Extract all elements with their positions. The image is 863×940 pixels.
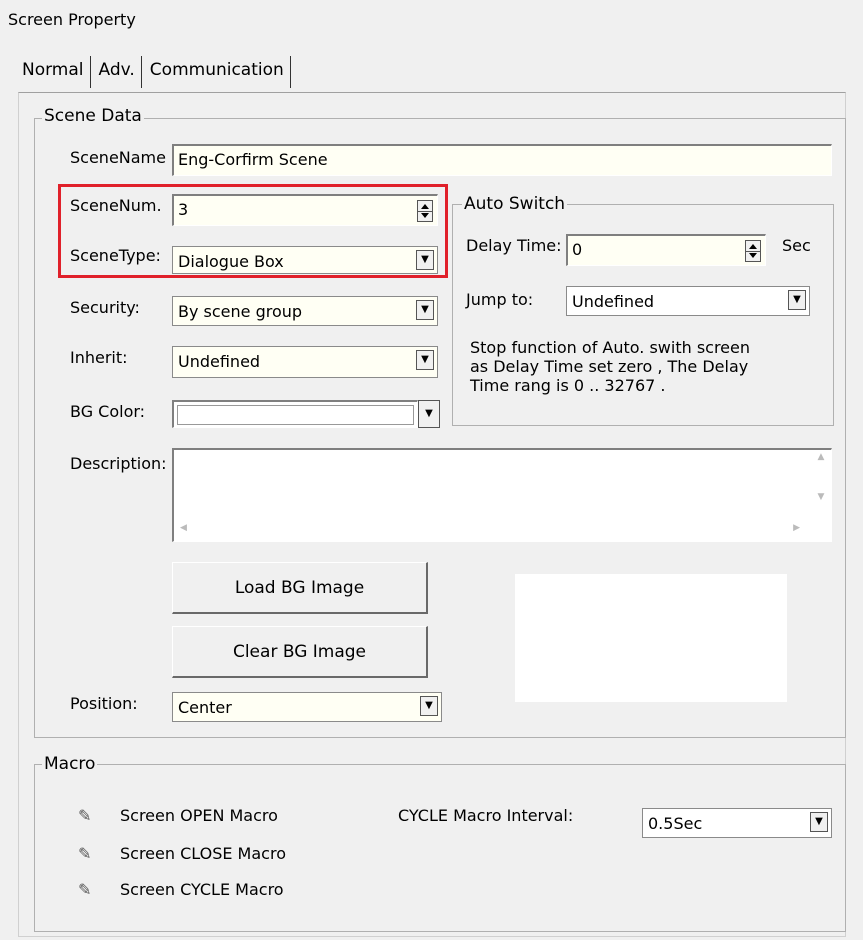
description-value	[174, 450, 831, 458]
cycle-interval-label: CYCLE Macro Interval:	[398, 806, 574, 825]
spinner-arrows-icon[interactable]	[417, 200, 433, 222]
tab-bar: Normal Adv. Communication	[18, 56, 295, 90]
description-label: Description:	[70, 454, 167, 473]
jump-to-label: Jump to:	[466, 290, 534, 309]
chevron-down-icon[interactable]: ▼	[810, 812, 828, 832]
chevron-down-icon[interactable]: ▼	[416, 350, 434, 370]
security-select[interactable]: By scene group ▼	[172, 296, 438, 326]
macro-pen-icon[interactable]: ✎	[78, 844, 91, 863]
scene-type-select[interactable]: Dialogue Box ▼	[172, 246, 438, 274]
horizontal-scrollbar[interactable]: ◀ ▶	[180, 523, 800, 537]
vertical-scrollbar[interactable]: ▲ ▼	[813, 452, 829, 522]
chevron-down-icon[interactable]: ▼	[416, 250, 434, 270]
scene-num-value: 3	[178, 200, 189, 219]
auto-switch-note: Stop function of Auto. swith screen as D…	[470, 338, 750, 395]
tab-adv[interactable]: Adv.	[95, 56, 142, 88]
scene-name-input[interactable]: Eng-Corfirm Scene	[172, 144, 832, 176]
tab-communication[interactable]: Communication	[146, 56, 291, 88]
macro-pen-icon[interactable]: ✎	[78, 806, 91, 825]
note-line-3: Time rang is 0 .. 32767 .	[470, 376, 666, 395]
note-line-1: Stop function of Auto. swith screen	[470, 338, 751, 357]
scene-data-legend: Scene Data	[42, 106, 144, 126]
screen-open-macro-label[interactable]: Screen OPEN Macro	[120, 806, 278, 825]
chevron-down-icon[interactable]: ▼	[420, 696, 438, 716]
scroll-down-icon: ▼	[817, 492, 825, 502]
scroll-up-icon: ▲	[817, 452, 825, 462]
inherit-label: Inherit:	[70, 348, 128, 367]
scene-type-label: SceneType:	[70, 246, 161, 265]
inherit-value: Undefined	[178, 352, 261, 371]
security-label: Security:	[70, 298, 140, 317]
inherit-select[interactable]: Undefined ▼	[172, 346, 438, 378]
position-label: Position:	[70, 694, 138, 713]
delay-time-spinner[interactable]: 0	[566, 234, 766, 266]
tab-normal[interactable]: Normal	[18, 56, 91, 88]
description-textarea[interactable]: ▲ ▼ ◀ ▶	[172, 448, 832, 542]
clear-bg-image-button[interactable]: Clear BG Image	[172, 626, 428, 678]
screen-close-macro-label[interactable]: Screen CLOSE Macro	[120, 844, 286, 863]
position-select[interactable]: Center ▼	[172, 692, 442, 722]
jump-to-select[interactable]: Undefined ▼	[566, 286, 810, 316]
security-value: By scene group	[178, 302, 303, 321]
scene-num-label: SceneNum.	[70, 196, 162, 215]
chevron-down-icon[interactable]: ▼	[788, 290, 806, 310]
load-bg-image-button[interactable]: Load BG Image	[172, 562, 428, 614]
scroll-left-icon: ◀	[180, 523, 187, 533]
delay-time-label: Delay Time:	[466, 236, 562, 255]
chevron-down-icon[interactable]: ▼	[416, 300, 434, 320]
scene-num-spinner[interactable]: 3	[172, 194, 438, 226]
delay-time-unit: Sec	[782, 236, 811, 255]
bg-color-swatch[interactable]	[172, 400, 418, 428]
auto-switch-legend: Auto Switch	[462, 194, 568, 214]
bg-color-label: BG Color:	[70, 402, 146, 421]
scroll-right-icon: ▶	[793, 523, 800, 533]
cycle-interval-select[interactable]: 0.5Sec ▼	[642, 808, 832, 838]
delay-time-value: 0	[572, 240, 583, 259]
bg-color-value	[177, 405, 414, 425]
macro-pen-icon[interactable]: ✎	[78, 880, 91, 899]
screen-cycle-macro-label[interactable]: Screen CYCLE Macro	[120, 880, 284, 899]
spinner-arrows-icon[interactable]	[745, 240, 761, 262]
window-title: Screen Property	[8, 10, 136, 29]
bg-image-preview	[515, 574, 787, 702]
jump-to-value: Undefined	[572, 292, 655, 311]
position-value: Center	[178, 698, 232, 717]
macro-legend: Macro	[42, 754, 98, 774]
bg-color-dropdown-button[interactable]: ▼	[418, 400, 440, 428]
note-line-2: as Delay Time set zero , The Delay	[470, 357, 749, 376]
chevron-down-icon: ▼	[425, 408, 433, 419]
scene-name-label: SceneName	[70, 148, 166, 167]
scene-type-value: Dialogue Box	[178, 252, 284, 271]
cycle-interval-value: 0.5Sec	[648, 814, 703, 833]
